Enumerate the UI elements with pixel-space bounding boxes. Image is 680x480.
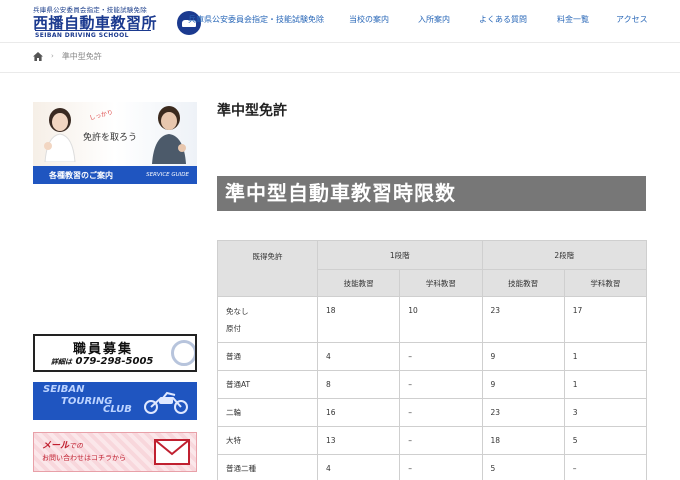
row-license-line2: 原付 xyxy=(226,323,241,333)
row-license: 普通 xyxy=(217,342,318,371)
site-header: 兵庫県公安委員会指定・技能試験免除 西播自動車教習所 SEIBAN DRIVIN… xyxy=(0,0,680,42)
row-license: 免なし 原付 xyxy=(217,296,318,343)
ring-icon xyxy=(171,340,195,366)
header-stage2: 2段階 xyxy=(481,240,647,270)
cell-s2-academic: 1 xyxy=(563,370,648,399)
nav-designation[interactable]: 兵庫県公安委員会指定・技能試験免除 xyxy=(188,14,324,25)
table-row: 大特 13 – 18 5 xyxy=(217,426,648,455)
woman-photo-icon xyxy=(44,108,76,162)
cell-s1-practical: 16 xyxy=(316,398,401,427)
table-row: 普通AT 8 – 9 1 xyxy=(217,370,648,399)
row-license: 普通二種 xyxy=(217,454,318,480)
logo-english: SEIBAN DRIVING SCHOOL xyxy=(35,30,151,39)
row-license: 普通AT xyxy=(217,370,318,399)
table-header-row: 既得免許 1段階 2段階 xyxy=(217,240,647,297)
mail-contact-banner[interactable]: メールでの お問い合わせはコチラから xyxy=(33,432,197,472)
header-divider xyxy=(0,42,680,43)
nav-faq[interactable]: よくある質問 xyxy=(479,14,527,25)
cell-s2-academic: 3 xyxy=(563,398,648,427)
touring-line1: SEIBAN xyxy=(43,384,85,395)
recruit-phone-line: 詳細は 079-298-5005 xyxy=(51,356,153,367)
cell-s1-academic: – xyxy=(399,370,483,399)
envelope-icon xyxy=(154,439,190,465)
man-photo-icon xyxy=(152,106,186,164)
recruit-banner[interactable]: 職員募集 詳細は 079-298-5005 xyxy=(33,334,197,372)
cell-s1-practical: 18 xyxy=(316,296,401,343)
header-s2-academic: 学科教習 xyxy=(563,269,648,297)
section-title: 準中型自動車教習時限数 xyxy=(217,176,646,211)
cell-s2-practical: 23 xyxy=(481,296,565,343)
row-license-line1: 免なし xyxy=(226,306,249,316)
nav-access[interactable]: アクセス xyxy=(616,14,648,25)
header-license: 既得免許 xyxy=(217,240,318,297)
cell-s2-practical: 23 xyxy=(481,398,565,427)
cell-s2-academic: 17 xyxy=(563,296,648,343)
cell-s1-practical: 8 xyxy=(316,370,401,399)
cell-s1-practical: 13 xyxy=(316,426,401,455)
breadcrumb-divider xyxy=(0,72,680,73)
cell-s2-practical: 5 xyxy=(481,454,565,480)
row-license: 二輪 xyxy=(217,398,318,427)
cell-s1-academic: – xyxy=(399,342,483,371)
recruit-detail-label: 詳細は xyxy=(51,358,72,366)
table-row: 免なし 原付 18 10 23 17 xyxy=(217,296,648,343)
cell-s1-academic: – xyxy=(399,426,483,455)
touring-club-banner[interactable]: SEIBAN TOURING CLUB xyxy=(33,382,197,420)
table-row: 普通 4 – 9 1 xyxy=(217,342,648,371)
mail-title: メール xyxy=(42,441,70,451)
header-stage1: 1段階 xyxy=(317,240,483,270)
cell-s1-academic: – xyxy=(399,454,483,480)
recruit-phone: 079-298-5005 xyxy=(75,356,154,367)
row-license: 大特 xyxy=(217,426,318,455)
lesson-hours-table: 既得免許 1段階 2段階 技能教習 学科教習 技能教習 学科教習 免なし 原付 … xyxy=(217,240,648,480)
nav-admission[interactable]: 入所案内 xyxy=(418,14,450,25)
cell-s2-practical: 18 xyxy=(481,426,565,455)
banner-bar-title: 各種教習のご案内 xyxy=(49,170,113,180)
cell-s1-academic: 10 xyxy=(399,296,483,343)
cell-s2-academic: 5 xyxy=(563,426,648,455)
mail-title-suffix: での xyxy=(69,442,84,450)
banner-photo: しっかり 免許を取ろう xyxy=(33,102,197,166)
cell-s1-practical: 4 xyxy=(316,342,401,371)
touring-line3: CLUB xyxy=(103,404,132,415)
table-row: 二輪 16 – 23 3 xyxy=(217,398,648,427)
table-row: 普通二種 4 – 5 – xyxy=(217,454,648,480)
breadcrumb: › 準中型免許 xyxy=(33,49,102,63)
page-title: 準中型免許 xyxy=(217,103,287,119)
banner-bar-en: SERVICE GUIDE xyxy=(146,172,189,178)
mail-line2: お問い合わせはコチラから xyxy=(42,454,126,462)
cell-s1-academic: – xyxy=(399,398,483,427)
motorcycle-icon xyxy=(144,391,188,414)
breadcrumb-current: 準中型免許 xyxy=(61,51,102,61)
service-guide-banner[interactable]: しっかり 免許を取ろう 各種教習のご案内 SERVICE GUIDE xyxy=(33,102,197,184)
mail-line1: メールでの xyxy=(42,438,83,451)
header-s1-academic: 学科教習 xyxy=(399,269,483,297)
chevron-right-icon: › xyxy=(51,52,54,60)
cell-s2-academic: 1 xyxy=(563,342,648,371)
cell-s2-practical: 9 xyxy=(481,342,565,371)
home-icon[interactable] xyxy=(33,51,43,61)
banner-tag: しっかり xyxy=(88,108,114,122)
cell-s2-practical: 9 xyxy=(481,370,565,399)
site-logo[interactable]: 兵庫県公安委員会指定・技能試験免除 西播自動車教習所 SEIBAN DRIVIN… xyxy=(33,4,201,39)
cell-s1-practical: 4 xyxy=(316,454,401,480)
banner-bar: 各種教習のご案内 SERVICE GUIDE xyxy=(33,166,197,184)
cell-s2-academic: – xyxy=(563,454,648,480)
recruit-title: 職員募集 xyxy=(73,342,134,357)
banner-caption: 免許を取ろう xyxy=(83,133,138,143)
header-s2-practical: 技能教習 xyxy=(481,269,565,297)
nav-fees[interactable]: 料金一覧 xyxy=(557,14,589,25)
header-s1-practical: 技能教習 xyxy=(316,269,401,297)
nav-school-info[interactable]: 当校の案内 xyxy=(349,14,389,25)
